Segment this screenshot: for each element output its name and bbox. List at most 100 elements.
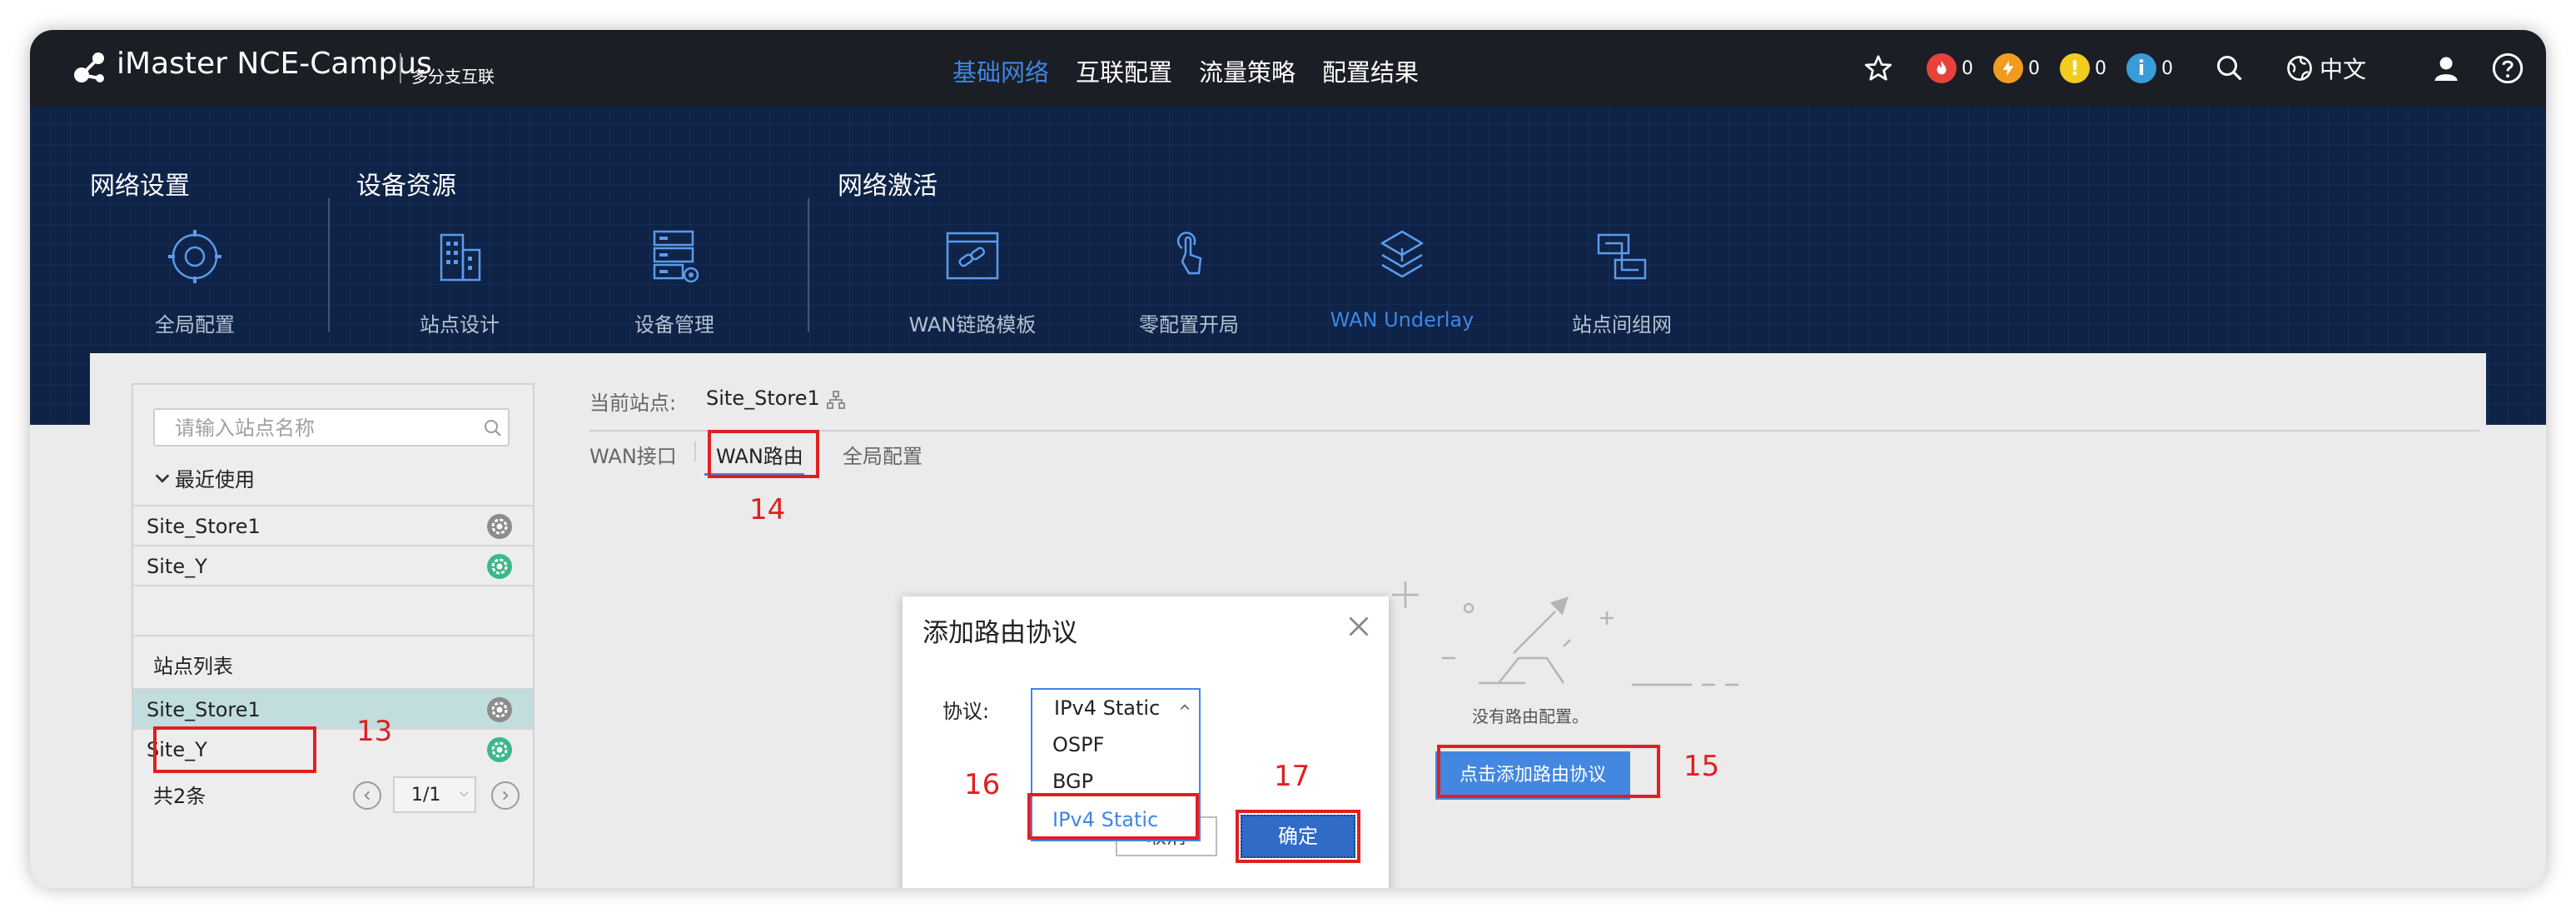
- prev-page-button[interactable]: [353, 781, 381, 810]
- chevron-down-icon: ⌵: [460, 786, 469, 800]
- recent-site-item[interactable]: Site_Y: [133, 545, 533, 585]
- favorite-button[interactable]: [1863, 50, 1893, 87]
- annotation-number-16: 16: [964, 768, 1001, 801]
- touch-icon: [1176, 232, 1202, 275]
- section-network-activation: 网络激活: [838, 172, 937, 201]
- alarm-critical[interactable]: 0: [1927, 50, 1973, 87]
- info-icon: i: [2126, 53, 2156, 83]
- alarm-minor[interactable]: ! 0: [2060, 50, 2106, 87]
- language-label: 中文: [2320, 56, 2367, 83]
- tile-label: 站点设计: [420, 313, 500, 337]
- current-site-name: Site_Store1: [706, 387, 820, 410]
- app-window: iMaster NCE-Campus 多分支互联 基础网络 互联配置 流量策略 …: [30, 30, 2546, 888]
- user-icon: [2434, 57, 2458, 81]
- nav-interconnect-config[interactable]: 互联配置: [1076, 53, 1172, 88]
- tab-wan-interface[interactable]: WAN接口: [589, 440, 677, 469]
- tile-wan-underlay[interactable]: WAN Underlay: [1310, 223, 1494, 340]
- annotation-number-15: 15: [1683, 750, 1720, 783]
- gear-icon[interactable]: [486, 553, 513, 580]
- tile-wan-link-template[interactable]: WAN链路模板: [881, 223, 1064, 340]
- link-template-icon: [946, 232, 999, 280]
- user-menu-button[interactable]: [2431, 50, 2461, 87]
- section-network-settings: 网络设置: [90, 172, 190, 201]
- recent-title: 最近使用: [175, 468, 255, 491]
- site-list-item[interactable]: Site_Store1: [133, 688, 533, 728]
- site-list-header: 站点列表: [133, 635, 533, 686]
- search-icon[interactable]: [483, 418, 503, 438]
- tile-device-management[interactable]: 设备管理: [583, 223, 766, 340]
- tile-label: 零配置开局: [1139, 313, 1239, 337]
- add-route-protocol-dialog: 添加路由协议 协议: IPv4 Static 取消 OSPF BGP IPv4 …: [903, 596, 1389, 888]
- content-area: 最近使用 Site_Store1 Site_Y: [90, 353, 2486, 888]
- nav-traffic-policy[interactable]: 流量策略: [1199, 53, 1295, 88]
- alarm-major-count: 0: [2028, 57, 2040, 79]
- recent-site-item[interactable]: Site_Store1: [133, 505, 533, 545]
- building-icon: [440, 233, 481, 282]
- globe-icon: [2287, 56, 2312, 81]
- tile-zero-touch[interactable]: 零配置开局: [1097, 223, 1281, 340]
- tab-global-config[interactable]: 全局配置: [843, 440, 922, 469]
- protocol-select[interactable]: IPv4 Static: [1031, 688, 1201, 725]
- help-button[interactable]: [2491, 50, 2524, 87]
- chevron-left-icon: [364, 791, 370, 801]
- close-icon[interactable]: [1344, 611, 1374, 641]
- huawei-logo-icon: [74, 52, 104, 82]
- banner-divider: [808, 198, 809, 332]
- no-route-illustration: [1392, 581, 1738, 686]
- annotation-box-17: [1236, 810, 1360, 863]
- search-button[interactable]: [2215, 50, 2245, 87]
- empty-state-text: 没有路由配置。: [1472, 706, 1589, 726]
- search-icon: [2217, 56, 2242, 81]
- tile-site-design[interactable]: 站点设计: [368, 223, 551, 340]
- site-search-box: [153, 408, 510, 447]
- annotation-number-17: 17: [1274, 760, 1310, 793]
- header-divider: [589, 430, 2479, 432]
- tile-label: WAN链路模板: [908, 313, 1037, 337]
- fire-icon: [1927, 53, 1957, 83]
- section-device-resources: 设备资源: [356, 172, 456, 201]
- star-icon: [1864, 55, 1892, 81]
- tile-site-networking[interactable]: 站点间组网: [1530, 223, 1713, 340]
- site-search-input[interactable]: [155, 410, 476, 447]
- underlay-icon: [1380, 230, 1424, 278]
- brand-subtitle: 多分支互联: [411, 67, 495, 87]
- nav-basic-network[interactable]: 基础网络: [952, 53, 1049, 88]
- topology-icon[interactable]: [826, 390, 846, 410]
- page-select[interactable]: 1/1 ⌵: [393, 776, 476, 813]
- protocol-selected-value: IPv4 Static: [1054, 696, 1161, 720]
- gear-icon[interactable]: [486, 696, 513, 723]
- alarm-major[interactable]: 0: [1993, 50, 2040, 87]
- site-panel: 最近使用 Site_Store1 Site_Y: [132, 383, 535, 888]
- alarm-info[interactable]: i 0: [2126, 50, 2173, 87]
- server-icon: [653, 230, 699, 283]
- banner-divider: [328, 198, 330, 332]
- language-switch[interactable]: 中文: [2285, 50, 2366, 87]
- option-ospf[interactable]: OSPF: [1032, 726, 1199, 763]
- annotation-box-13: [153, 726, 316, 773]
- tile-label: 站点间组网: [1572, 313, 1672, 337]
- globe-settings-icon: [168, 230, 221, 283]
- alarm-critical-count: 0: [1962, 57, 1973, 79]
- page-number: 1/1: [411, 785, 441, 806]
- site-network-icon: [1597, 233, 1647, 280]
- alarm-minor-count: 0: [2095, 57, 2106, 79]
- site-name: Site_Y: [147, 555, 207, 578]
- tile-global-config[interactable]: 全局配置: [103, 223, 286, 340]
- alarm-info-count: 0: [2161, 57, 2173, 79]
- annotation-box-16: [1027, 793, 1199, 840]
- brand-name: iMaster NCE-Campus: [117, 47, 432, 81]
- annotation-box-14: [708, 430, 819, 478]
- total-count: 共2条: [153, 785, 206, 808]
- help-icon: [2492, 52, 2524, 84]
- chevron-down-icon: [155, 473, 170, 483]
- gear-icon[interactable]: [486, 513, 513, 540]
- tile-label: 全局配置: [155, 313, 235, 337]
- gear-icon[interactable]: [486, 736, 513, 763]
- next-page-button[interactable]: [491, 781, 520, 810]
- recent-toggle[interactable]: 最近使用: [153, 463, 255, 492]
- annotation-box-15: [1437, 745, 1660, 798]
- nav-config-result[interactable]: 配置结果: [1322, 53, 1419, 88]
- site-name: Site_Store1: [147, 698, 261, 721]
- annotation-number-13: 13: [356, 715, 393, 748]
- site-list-title: 站点列表: [153, 655, 233, 678]
